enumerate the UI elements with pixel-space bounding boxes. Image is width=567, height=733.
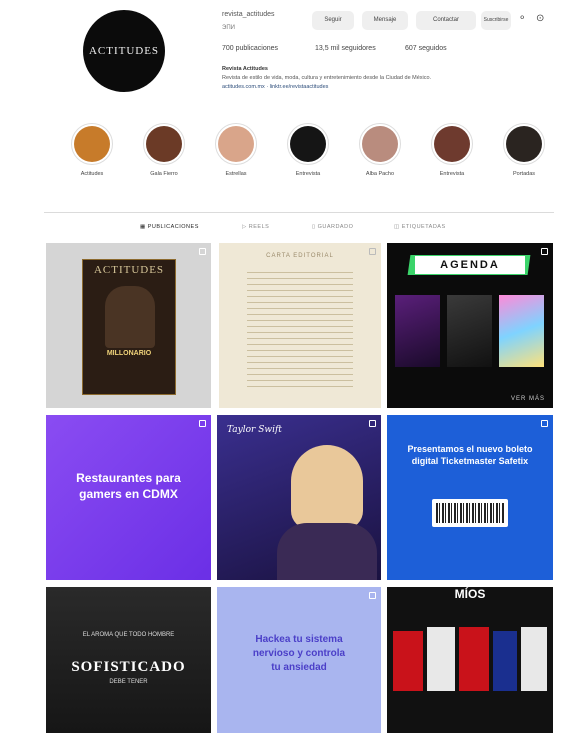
profile-avatar[interactable]: ACTITUDES — [83, 10, 165, 92]
highlight-label: Alba Pacho — [365, 171, 395, 177]
carousel-icon — [541, 420, 548, 427]
highlight-cover — [218, 126, 254, 162]
portrait-shape — [105, 286, 155, 348]
agenda-title: AGENDA — [415, 256, 525, 274]
highlight-item[interactable]: Gala Fierro — [134, 123, 194, 177]
highlight-item[interactable]: Entrevista — [422, 123, 482, 177]
sign-block-1 — [393, 631, 423, 691]
highlight-label: Actitudes — [80, 171, 104, 177]
post-text: Presentamos el nuevo boleto digital Tick… — [407, 444, 533, 466]
highlight-cover — [434, 126, 470, 162]
post-agenda[interactable]: AGENDA VER MÁS — [387, 243, 553, 408]
bio-link[interactable]: actitudes.com.mx · linktr.ee/revistaacti… — [222, 84, 328, 90]
post-gamer-restaurants[interactable]: Restaurantes para gamers en CDMX — [46, 415, 211, 580]
tab-label: ETIQUETADAS — [401, 224, 446, 230]
barcode-icon — [436, 503, 504, 523]
tab-saved[interactable]: ▯ GUARDADO — [312, 224, 353, 230]
post-text-small: EL AROMA QUE TODO HOMBRE — [82, 632, 175, 638]
letter-title: CARTA EDITORIAL — [266, 253, 334, 259]
carousel-icon — [199, 420, 206, 427]
highlight-cover — [362, 126, 398, 162]
barcode-ticket — [432, 499, 508, 527]
highlight-item[interactable]: Actitudes — [62, 123, 122, 177]
tabs-divider — [44, 212, 554, 213]
tab-posts[interactable]: ▦ PUBLICACIONES — [140, 224, 199, 230]
agenda-more-link: VER MÁS — [510, 396, 545, 402]
sign-block-5 — [521, 627, 547, 691]
post-sign-letters[interactable]: MÍOS — [387, 587, 553, 733]
agenda-card-2 — [447, 295, 492, 367]
post-fragrance[interactable]: EL AROMA QUE TODO HOMBRE SOFISTICADO DEB… — [46, 587, 211, 733]
post-concert[interactable]: Taylor Swift — [217, 415, 381, 580]
sign-block-4 — [493, 631, 517, 691]
highlight-label: Entrevista — [295, 171, 321, 177]
highlight-item[interactable]: Entrevista — [278, 123, 338, 177]
tab-label: GUARDADO — [317, 224, 354, 230]
highlight-label: Portadas — [512, 171, 535, 177]
highlight-cover — [146, 126, 182, 162]
agenda-card-1 — [395, 295, 440, 367]
post-text: Hackea tu sistema nervioso y controla tu… — [252, 634, 346, 673]
highlight-label: Entrevista — [439, 171, 465, 177]
more-icon[interactable]: ⊙ — [536, 13, 544, 24]
follow-button[interactable]: Seguir — [312, 11, 354, 30]
post-text-big: SOFISTICADO — [71, 659, 186, 675]
tab-reels[interactable]: ▷ REELS — [242, 224, 269, 230]
reel-icon — [369, 420, 376, 427]
highlight-item[interactable]: Estrellas — [206, 123, 266, 177]
bio-text: Revista de estilo de vida, moda, cultura… — [222, 75, 432, 81]
following-count[interactable]: 607 seguidos — [405, 45, 447, 52]
tab-label: REELS — [248, 224, 270, 230]
tag-icon: ◫ — [394, 224, 402, 230]
singer-body — [277, 523, 377, 580]
followers-count[interactable]: 13,5 mil seguidores — [315, 45, 376, 52]
bio-name: Revista Actitudes — [222, 66, 268, 72]
reels-icon: ▷ — [242, 224, 249, 230]
sign-text: MÍOS — [454, 587, 486, 601]
carousel-icon — [369, 248, 376, 255]
subscribe-button[interactable]: Suscribirse — [481, 11, 511, 30]
letter-text-lines — [247, 267, 353, 391]
contact-button[interactable]: Contactar — [416, 11, 476, 30]
sign-block-2 — [427, 627, 455, 691]
post-nervous-system[interactable]: Hackea tu sistema nervioso y controla tu… — [217, 587, 381, 733]
highlight-cover — [506, 126, 542, 162]
magazine-title: ACTITUDES — [93, 264, 165, 276]
singer-shape — [291, 445, 363, 529]
carousel-icon — [199, 248, 206, 255]
concert-sign: Taylor Swift — [227, 425, 282, 435]
sign-block-3 — [459, 627, 489, 691]
highlight-label: Estrellas — [225, 171, 247, 177]
tab-label: PUBLICACIONES — [147, 224, 199, 230]
magazine-image: ACTITUDES MILLONARIO — [82, 259, 176, 395]
post-editorial-letter[interactable]: CARTA EDITORIAL — [219, 243, 381, 408]
posts-count: 700 publicaciones — [222, 45, 279, 52]
avatar-text: ACTITUDES — [88, 45, 160, 57]
carousel-icon — [369, 592, 376, 599]
highlight-cover — [290, 126, 326, 162]
grid-icon: ▦ — [140, 224, 148, 230]
message-button[interactable]: Mensaje — [362, 11, 408, 30]
highlight-cover — [74, 126, 110, 162]
post-magazine-cover[interactable]: ACTITUDES MILLONARIO — [46, 243, 211, 408]
magazine-tag: MILLONARIO — [106, 350, 152, 357]
tab-tagged[interactable]: ◫ ETIQUETADAS — [394, 224, 446, 230]
agenda-card-3 — [499, 295, 544, 367]
post-text-small-2: DEBE TENER — [109, 679, 148, 685]
post-text: Restaurantes para gamers en CDMX — [76, 471, 181, 501]
profile-subname: ЭПИ — [222, 25, 235, 31]
highlight-label: Gala Fierro — [150, 171, 178, 177]
highlight-item[interactable]: Portadas — [494, 123, 554, 177]
profile-username: revista_actitudes — [222, 11, 275, 18]
post-ticketmaster[interactable]: Presentamos el nuevo boleto digital Tick… — [387, 415, 553, 580]
user-plus-icon[interactable]: ⚬ — [518, 13, 526, 24]
carousel-icon — [541, 248, 548, 255]
highlight-item[interactable]: Alba Pacho — [350, 123, 410, 177]
